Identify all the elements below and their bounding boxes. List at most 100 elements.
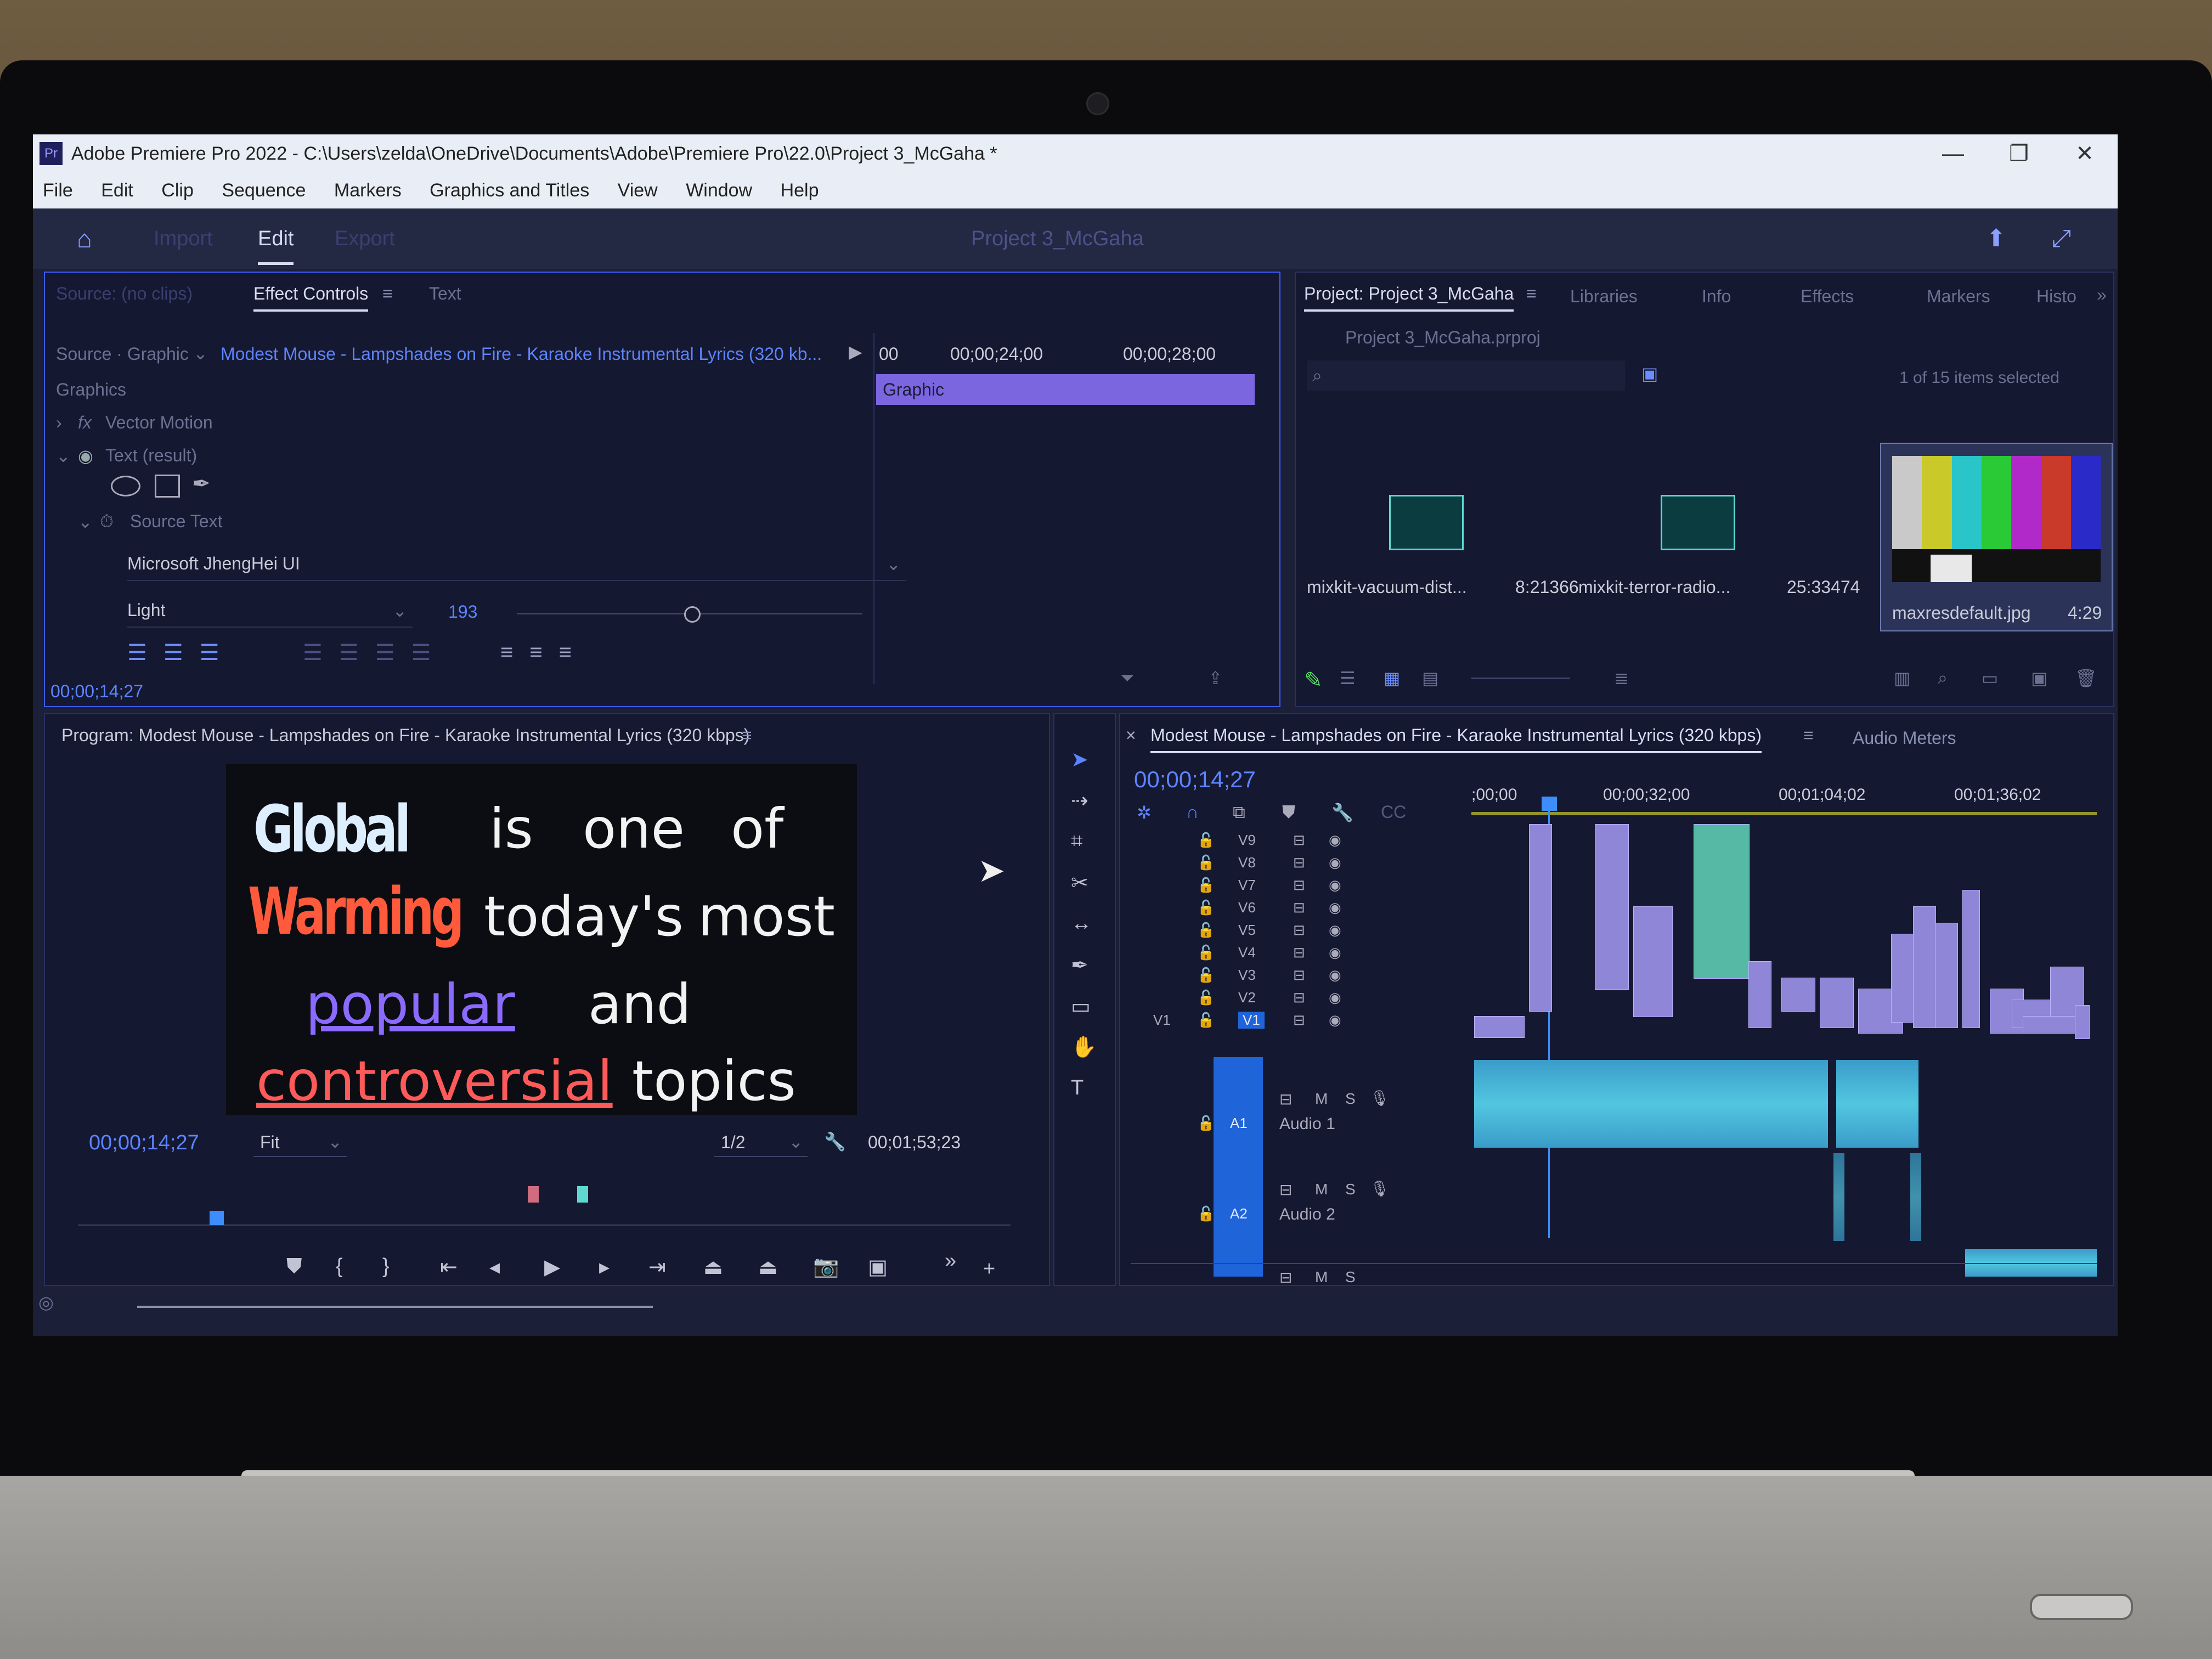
sync-lock-icon[interactable]: ⊟ [1293, 922, 1305, 939]
video-clip[interactable] [1781, 978, 1815, 1012]
track-label[interactable]: V9 [1238, 832, 1256, 849]
menu-help[interactable]: Help [781, 180, 819, 201]
filter-icon[interactable]: ⏷ [1120, 668, 1135, 689]
rectangle-mask-icon[interactable] [155, 475, 180, 498]
solo-button-a3[interactable]: S [1345, 1268, 1356, 1286]
lock-icon[interactable]: 🔓 [1197, 899, 1215, 916]
add-button-icon[interactable]: + [983, 1257, 995, 1281]
video-clip[interactable] [1474, 1016, 1525, 1038]
track-label[interactable]: V7 [1238, 877, 1256, 894]
new-item-icon[interactable]: ▣ [2031, 668, 2047, 689]
new-bin-icon[interactable]: ▣ [1641, 363, 1658, 384]
mute-button-a3[interactable]: M [1315, 1268, 1328, 1286]
mark-out-icon[interactable]: } [382, 1255, 390, 1278]
menu-sequence[interactable]: Sequence [222, 180, 306, 201]
play-icon[interactable]: ▶ [849, 341, 862, 362]
justify-buttons[interactable]: ☰☰☰☰ [303, 640, 447, 665]
go-to-in-icon[interactable]: ⇤ [440, 1255, 458, 1279]
video-clip[interactable] [1891, 934, 1914, 1023]
video-clip[interactable] [1633, 906, 1673, 1017]
video-clip[interactable] [1529, 824, 1552, 1012]
overflow-icon[interactable]: » [945, 1249, 956, 1273]
search-input[interactable]: ⌕ [1307, 360, 1625, 391]
eye-icon[interactable]: ◉ [1329, 944, 1341, 961]
microphone-icon[interactable]: 🎙 [1370, 1180, 1390, 1198]
audio-waveform-thumbnail[interactable] [1389, 495, 1464, 550]
lock-icon[interactable]: 🔓 [1197, 1115, 1215, 1132]
overflow-icon[interactable]: » [2097, 285, 2107, 305]
track-a2-patch[interactable]: A2 [1230, 1205, 1248, 1222]
eye-icon[interactable]: ◉ [78, 445, 93, 466]
tab-text[interactable]: Text [429, 284, 461, 304]
step-forward-icon[interactable]: ▸ [599, 1255, 610, 1279]
track-label[interactable]: V8 [1238, 854, 1256, 871]
graphic-clip-bar[interactable]: Graphic [876, 374, 1255, 405]
video-clip[interactable] [1913, 906, 1936, 1028]
chevron-down-icon[interactable]: ⌄ [56, 445, 71, 466]
row-source-text[interactable]: Source Text [130, 511, 222, 532]
timeline-scrollbar[interactable] [1131, 1263, 2097, 1264]
eye-icon[interactable]: ◉ [1329, 989, 1341, 1006]
panel-menu-icon[interactable]: ≡ [1803, 725, 1814, 746]
rectangle-tool-icon[interactable]: ▭ [1071, 994, 1091, 1019]
tab-export[interactable]: Export [335, 208, 395, 269]
eye-icon[interactable]: ◉ [1329, 832, 1341, 849]
razor-tool-icon[interactable]: ✂ [1071, 871, 1088, 895]
pen-tool-icon[interactable]: ✒ [1071, 953, 1088, 978]
video-clip[interactable] [1820, 978, 1854, 1028]
audio-waveform-thumbnail[interactable] [1661, 495, 1735, 550]
solo-button-a2[interactable]: S [1345, 1181, 1356, 1198]
video-clip[interactable] [1595, 824, 1629, 990]
track-a1-patch[interactable]: A1 [1230, 1115, 1248, 1132]
ripple-edit-tool-icon[interactable]: ⌗ [1071, 830, 1082, 853]
track-label[interactable]: V5 [1238, 922, 1256, 939]
tab-edit[interactable]: Edit [258, 208, 294, 265]
eye-icon[interactable]: ◉ [1329, 967, 1341, 984]
audio-clip[interactable] [1836, 1060, 1918, 1148]
lock-icon[interactable]: 🔓 [1197, 944, 1215, 961]
lift-icon[interactable]: ⏏ [703, 1255, 723, 1279]
eye-icon[interactable]: ◉ [1329, 1012, 1341, 1029]
freeform-view-icon[interactable]: ▤ [1422, 668, 1438, 689]
source-patch-v1[interactable]: V1 [1153, 1012, 1171, 1029]
ellipse-mask-icon[interactable] [111, 476, 140, 496]
effect-controls-timecode[interactable]: 00;00;14;27 [50, 681, 143, 702]
wrench-icon[interactable]: 🔧 [1331, 802, 1353, 823]
tab-info[interactable]: Info [1702, 286, 1731, 307]
panel-menu-icon[interactable]: ≡ [382, 284, 393, 304]
menu-markers[interactable]: Markers [334, 180, 402, 201]
mute-button-a1[interactable]: M [1315, 1090, 1328, 1108]
snap-icon[interactable]: ∩ [1186, 802, 1199, 822]
menu-window[interactable]: Window [686, 180, 752, 201]
sync-lock-icon[interactable]: ⊟ [1293, 877, 1305, 894]
microphone-icon[interactable]: 🎙 [1370, 1089, 1390, 1107]
tab-markers[interactable]: Markers [1927, 286, 1990, 307]
lock-icon[interactable]: 🔓 [1197, 967, 1215, 984]
video-clip[interactable] [1748, 961, 1771, 1028]
minimize-button[interactable]: — [1920, 134, 1986, 173]
menu-edit[interactable]: Edit [101, 180, 133, 201]
tab-histogram[interactable]: Histo [2036, 286, 2076, 307]
video-clips-area[interactable] [1474, 824, 2090, 1043]
audio-clip[interactable] [1833, 1153, 1844, 1241]
timeline-title[interactable]: Modest Mouse - Lampshades on Fire - Kara… [1150, 725, 1762, 753]
close-button[interactable]: ✕ [2052, 134, 2118, 173]
project-item-selected[interactable]: maxresdefault.jpg 4:29 [1880, 443, 2113, 631]
audio-source-patch[interactable] [1214, 1057, 1263, 1277]
vertical-align-buttons[interactable]: ≡≡≡ [500, 640, 588, 665]
sync-lock-icon[interactable]: ⊟ [1293, 854, 1305, 871]
lock-icon[interactable]: 🔓 [1197, 922, 1215, 939]
type-tool-icon[interactable]: T [1071, 1076, 1084, 1100]
mute-button-a2[interactable]: M [1315, 1181, 1328, 1198]
list-view-icon[interactable]: ☰ [1340, 668, 1356, 689]
stopwatch-icon[interactable]: ⏱ [100, 511, 114, 532]
program-video-frame[interactable]: Global is one of Warming today's most po… [226, 764, 857, 1115]
audio-clip[interactable] [1474, 1060, 1828, 1148]
menu-clip[interactable]: Clip [161, 180, 194, 201]
align-buttons[interactable]: ☰☰☰ [127, 640, 236, 665]
chevron-down-icon[interactable]: ⌄ [78, 511, 93, 532]
tab-audio-meters[interactable]: Audio Meters [1853, 728, 1956, 748]
eye-icon[interactable]: ◉ [1329, 899, 1341, 916]
video-clip[interactable] [2075, 1005, 2090, 1039]
font-dropdown[interactable]: Microsoft JhengHei UI ⌄ [127, 547, 906, 581]
